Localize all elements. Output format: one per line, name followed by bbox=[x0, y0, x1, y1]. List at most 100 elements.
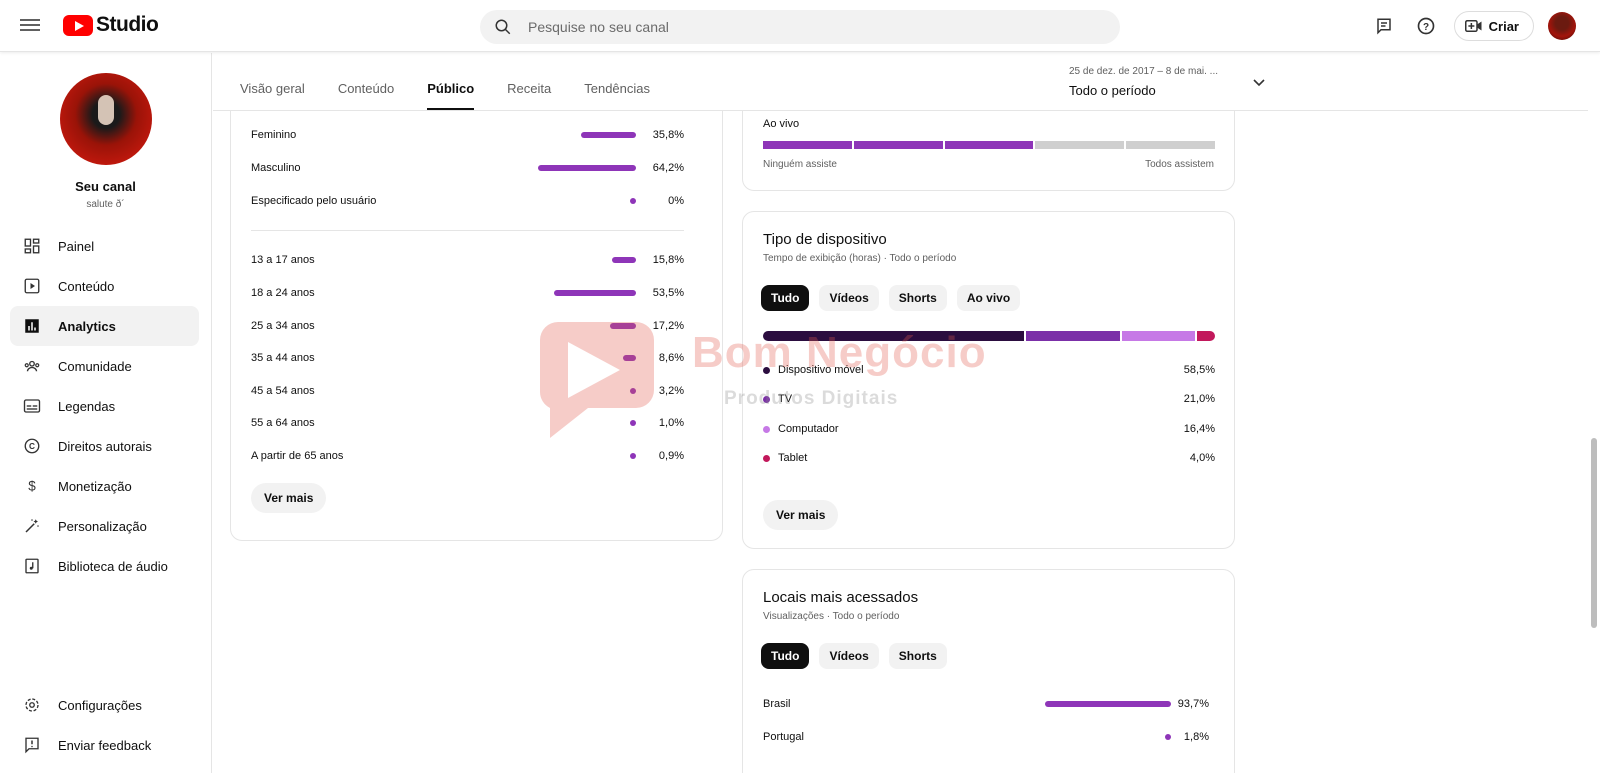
search-input[interactable] bbox=[528, 19, 1088, 35]
chip-videos[interactable]: Vídeos bbox=[819, 643, 879, 669]
chip-shorts[interactable]: Shorts bbox=[888, 643, 947, 669]
device-filter-chips: Tudo Vídeos Shorts Ao vivo bbox=[761, 285, 1021, 311]
tab-visao-geral[interactable]: Visão geral bbox=[240, 81, 305, 110]
sidebar-item-comunidade[interactable]: Comunidade bbox=[10, 346, 199, 386]
period-range: 25 de dez. de 2017 – 8 de mai. ... bbox=[1069, 66, 1218, 77]
main-content: Feminino 35,8% Masculino 64,2% Especific… bbox=[213, 111, 1588, 773]
studio-logo[interactable]: Studio bbox=[63, 13, 159, 37]
channel-name: Seu canal bbox=[75, 179, 136, 194]
age-label: 18 a 24 anos bbox=[251, 287, 315, 299]
chip-shorts[interactable]: Shorts bbox=[888, 285, 947, 311]
scrollbar-thumb[interactable] bbox=[1591, 438, 1597, 628]
sidebar-item-legendas[interactable]: Legendas bbox=[10, 386, 199, 426]
sidebar-item-configuracoes[interactable]: Configurações bbox=[10, 685, 199, 725]
age-row: 13 a 17 anos 15,8% bbox=[251, 250, 684, 270]
period-selector[interactable]: 25 de dez. de 2017 – 8 de mai. ... Todo … bbox=[1069, 66, 1274, 98]
svg-text:?: ? bbox=[1423, 22, 1429, 33]
live-segment bbox=[1035, 141, 1125, 149]
tab-conteudo[interactable]: Conteúdo bbox=[338, 81, 394, 110]
settings-icon bbox=[22, 695, 42, 715]
copyright-icon: C bbox=[22, 436, 42, 456]
svg-text:C: C bbox=[29, 442, 35, 451]
sidebar-item-label: Direitos autorais bbox=[58, 438, 152, 454]
device-value: 4,0% bbox=[1189, 452, 1215, 464]
sidebar-item-analytics[interactable]: Analytics bbox=[10, 306, 199, 346]
sidebar-item-biblioteca-audio[interactable]: Biblioteca de áudio bbox=[10, 546, 199, 586]
live-segment bbox=[853, 141, 943, 149]
sidebar-item-monetizacao[interactable]: $ Monetização bbox=[10, 466, 199, 506]
customization-icon bbox=[22, 516, 42, 536]
age-bar bbox=[612, 257, 636, 263]
location-label: Portugal bbox=[763, 731, 804, 743]
sidebar-item-direitos-autorais[interactable]: C Direitos autorais bbox=[10, 426, 199, 466]
chip-tudo[interactable]: Tudo bbox=[761, 643, 810, 669]
youtube-logo-icon bbox=[63, 14, 93, 36]
device-label: Computador bbox=[778, 423, 839, 435]
age-value: 53,5% bbox=[652, 287, 684, 299]
chip-ao-vivo[interactable]: Ao vivo bbox=[956, 285, 1021, 311]
live-segment bbox=[763, 141, 852, 149]
create-label: Criar bbox=[1488, 18, 1519, 34]
chevron-down-icon bbox=[1253, 79, 1265, 87]
age-value: 0,9% bbox=[658, 450, 684, 462]
age-value: 15,8% bbox=[652, 254, 684, 266]
age-value: 3,2% bbox=[658, 385, 684, 397]
age-bar bbox=[554, 290, 636, 296]
monetization-icon: $ bbox=[22, 476, 42, 496]
age-label: A partir de 65 anos bbox=[251, 450, 344, 462]
gender-value: 0% bbox=[668, 195, 684, 207]
device-more-button[interactable]: Ver mais bbox=[763, 500, 839, 530]
demographics-more-button[interactable]: Ver mais bbox=[251, 483, 327, 513]
device-stacked-bar bbox=[763, 331, 1215, 341]
live-label: Ao vivo bbox=[763, 118, 800, 130]
svg-text:$: $ bbox=[28, 479, 36, 494]
device-segment bbox=[1121, 331, 1196, 341]
gender-label: Feminino bbox=[251, 129, 297, 141]
tab-receita[interactable]: Receita bbox=[507, 81, 551, 110]
device-segment bbox=[763, 331, 1025, 341]
locations-card: Locais mais acessados Visualizações · To… bbox=[742, 569, 1235, 773]
sidebar-item-label: Biblioteca de áudio bbox=[58, 558, 168, 574]
sidebar-item-painel[interactable]: Painel bbox=[10, 226, 199, 266]
location-label: Brasil bbox=[763, 698, 791, 710]
messages-icon[interactable] bbox=[1370, 12, 1398, 40]
analytics-tabs-bar: Visão geral Conteúdo Público Receita Ten… bbox=[213, 53, 1588, 111]
search-box[interactable] bbox=[480, 10, 1120, 44]
location-row: Brasil 93,7% bbox=[763, 694, 1209, 714]
age-row: 55 a 64 anos 1,0% bbox=[251, 413, 684, 433]
chip-videos[interactable]: Vídeos bbox=[819, 285, 879, 311]
sidebar-item-personalizacao[interactable]: Personalização bbox=[10, 506, 199, 546]
create-button[interactable]: Criar bbox=[1453, 11, 1534, 41]
sidebar-item-conteudo[interactable]: Conteúdo bbox=[10, 266, 199, 306]
location-bar bbox=[1045, 701, 1171, 707]
locations-card-title: Locais mais acessados bbox=[763, 589, 919, 606]
sidebar-item-label: Personalização bbox=[58, 518, 147, 534]
location-row: Portugal 1,8% bbox=[763, 727, 1209, 747]
gender-value: 64,2% bbox=[652, 162, 684, 174]
menu-icon[interactable] bbox=[20, 16, 40, 34]
chip-tudo[interactable]: Tudo bbox=[761, 285, 810, 311]
subtitles-icon bbox=[22, 396, 42, 416]
sidebar-item-enviar-feedback[interactable]: Enviar feedback bbox=[10, 725, 199, 765]
tab-publico[interactable]: Público bbox=[427, 81, 475, 110]
device-value: 21,0% bbox=[1183, 393, 1215, 405]
device-segment bbox=[1026, 331, 1120, 341]
sidebar-item-label: Analytics bbox=[58, 318, 116, 334]
age-bar bbox=[623, 355, 636, 361]
gender-bar bbox=[581, 132, 636, 138]
age-value: 17,2% bbox=[652, 320, 684, 332]
help-icon[interactable]: ? bbox=[1412, 12, 1440, 40]
device-type-card: Tipo de dispositivo Tempo de exibição (h… bbox=[742, 211, 1235, 549]
live-segment bbox=[944, 141, 1034, 149]
age-value: 8,6% bbox=[658, 352, 684, 364]
page-scrollbar[interactable] bbox=[1588, 53, 1600, 773]
account-avatar[interactable] bbox=[1548, 12, 1576, 40]
device-segment bbox=[1197, 331, 1215, 341]
content-icon bbox=[22, 276, 42, 296]
age-row: 45 a 54 anos 3,2% bbox=[251, 381, 684, 401]
search-icon bbox=[495, 19, 511, 35]
channel-avatar[interactable] bbox=[59, 73, 152, 165]
location-value: 93,7% bbox=[1177, 698, 1209, 710]
section-divider bbox=[251, 230, 684, 231]
tab-tendencias[interactable]: Tendências bbox=[584, 81, 650, 110]
